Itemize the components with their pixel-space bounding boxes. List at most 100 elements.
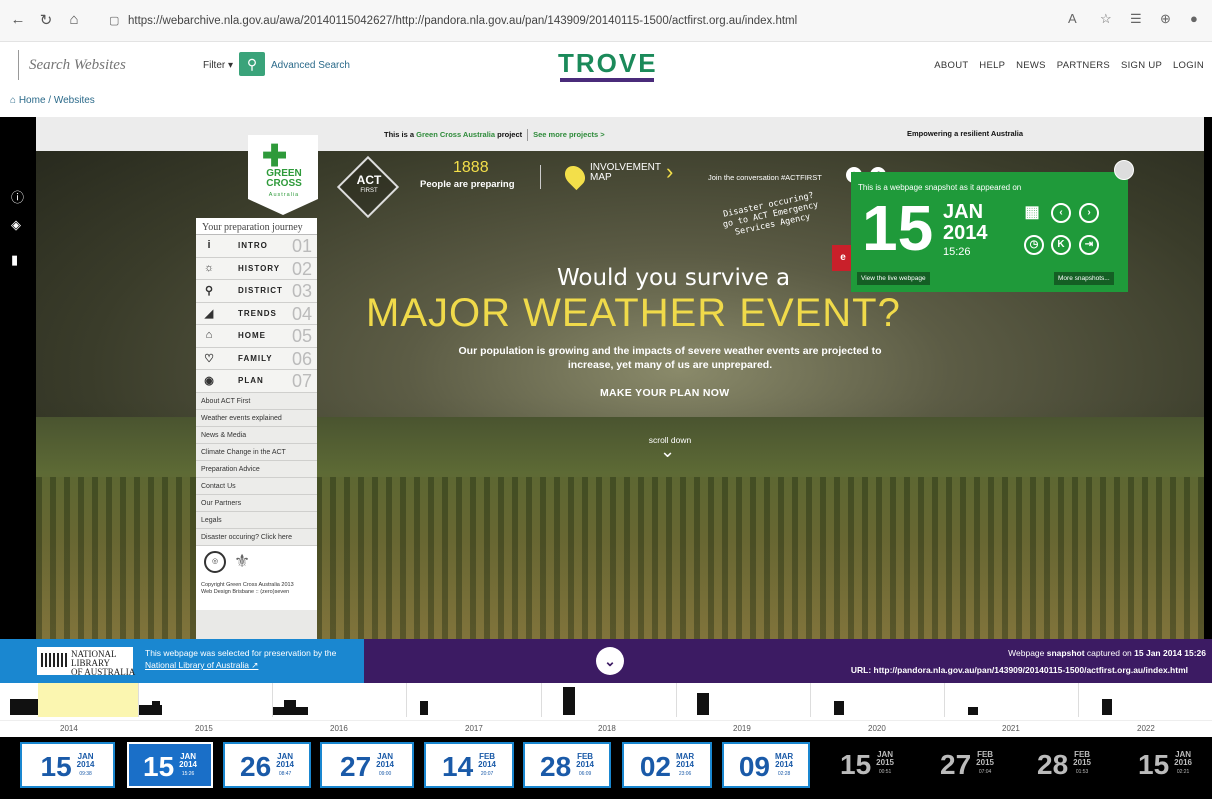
make-plan-button[interactable]: MAKE YOUR PLAN NOW: [600, 387, 729, 399]
nla-link[interactable]: National Library of Australia ↗: [145, 660, 258, 670]
bookmark-icon[interactable]: ▮: [11, 252, 18, 268]
year-label[interactable]: 2016: [330, 724, 348, 733]
search-input[interactable]: [18, 50, 193, 80]
first-snapshot-icon[interactable]: K: [1051, 235, 1071, 255]
year-label[interactable]: 2019: [733, 724, 751, 733]
timeline-bar[interactable]: [1102, 699, 1112, 715]
snapshot-chip[interactable]: 15 JAN 2015 00:51: [826, 742, 908, 788]
gca-link[interactable]: Green Cross Australia: [416, 130, 495, 139]
link-about[interactable]: About ACT First: [196, 392, 317, 410]
last-snapshot-icon[interactable]: ⇥: [1079, 235, 1099, 255]
timeline-bar[interactable]: [152, 701, 160, 715]
snapshot-chip[interactable]: 15 JAN 2016 02:21: [1124, 742, 1206, 788]
address-bar[interactable]: ▢ https://webarchive.nla.gov.au/awa/2014…: [106, 8, 1156, 34]
menu-item-intro[interactable]: i INTRO 01: [196, 235, 317, 258]
snapshot-chip[interactable]: 27 JAN 2014 09:00: [320, 742, 414, 788]
year-label[interactable]: 2017: [465, 724, 483, 733]
page-info-icon[interactable]: ▢: [109, 8, 119, 34]
nav-login[interactable]: LOGIN: [1173, 60, 1204, 71]
timeline-histogram[interactable]: [0, 683, 1212, 721]
menu-item-trends[interactable]: ◢ TRENDS 04: [196, 302, 317, 325]
info-icon[interactable]: ⓘ: [11, 187, 24, 206]
timeline-bar[interactable]: [420, 701, 428, 715]
chevron-down-icon[interactable]: ⌄: [596, 647, 624, 675]
timeline-bar[interactable]: [284, 700, 296, 715]
collections-icon[interactable]: ⊕: [1160, 11, 1171, 27]
home-icon[interactable]: ⌂: [10, 95, 19, 106]
snapshot-chip[interactable]: 28 FEB 2014 06:09: [523, 742, 611, 788]
filter-dropdown[interactable]: Filter ▾: [203, 60, 233, 71]
chip-time: 09:00: [378, 771, 392, 777]
nav-about[interactable]: ABOUT: [934, 60, 968, 71]
captured-info: Webpage snapshot captured on 15 Jan 2014…: [1008, 648, 1206, 658]
snapshot-chip[interactable]: 26 JAN 2014 08:47: [223, 742, 311, 788]
advanced-search-link[interactable]: Advanced Search: [271, 60, 350, 71]
timeline-bar[interactable]: [834, 701, 844, 715]
link-partners[interactable]: Our Partners: [196, 494, 317, 512]
clock-icon[interactable]: ◷: [1024, 235, 1044, 255]
link-legals[interactable]: Legals: [196, 511, 317, 529]
menu-item-family[interactable]: ♡ FAMILY 06: [196, 347, 317, 370]
back-icon[interactable]: ←: [8, 11, 28, 28]
nav-partners[interactable]: PARTNERS: [1057, 60, 1110, 71]
layers-icon[interactable]: ◈: [11, 217, 21, 233]
divider: [527, 129, 529, 141]
menu-item-history[interactable]: ☼ HISTORY 02: [196, 257, 317, 280]
previous-snapshot-icon[interactable]: ‹: [1051, 203, 1071, 223]
link-news-media[interactable]: News & Media: [196, 426, 317, 444]
link-disaster[interactable]: Disaster occuring? Click here: [196, 528, 317, 546]
menu-item-home[interactable]: ⌂ HOME 05: [196, 325, 317, 348]
timeline-bar[interactable]: [563, 687, 575, 715]
year-label[interactable]: 2014: [60, 724, 78, 733]
view-live-button[interactable]: View the live webpage: [857, 272, 930, 285]
nla-logo[interactable]: NATIONAL LIBRARY OF AUSTRALIA: [37, 647, 135, 677]
year-label[interactable]: 2021: [1002, 724, 1020, 733]
snapshot-chip[interactable]: 15 JAN 2014 09:38: [20, 742, 115, 788]
chip-month-year: JAN 2014 08:47: [276, 753, 294, 778]
snapshot-chip[interactable]: 09 MAR 2014 02:28: [722, 742, 810, 788]
menu-label: TRENDS: [238, 308, 277, 318]
trove-logo[interactable]: TROVE: [558, 48, 658, 79]
close-icon[interactable]: [1114, 160, 1134, 180]
divider: [810, 683, 811, 717]
nav-signup[interactable]: SIGN UP: [1121, 60, 1162, 71]
breadcrumb-text[interactable]: Home / Websites: [19, 95, 95, 106]
chevron-down-icon[interactable]: ⌄: [660, 441, 675, 462]
chip-month-year: FEB 2015 07:04: [976, 751, 994, 776]
snapshot-chip[interactable]: 02 MAR 2014 23:06: [622, 742, 712, 788]
year-label[interactable]: 2020: [868, 724, 886, 733]
link-preparation[interactable]: Preparation Advice: [196, 460, 317, 478]
snapshot-chip[interactable]: 28 FEB 2015 01:53: [1023, 742, 1105, 788]
timeline-bar[interactable]: [968, 707, 978, 715]
snapshot-chip[interactable]: 27 FEB 2015 07:04: [926, 742, 1008, 788]
nav-news[interactable]: NEWS: [1016, 60, 1046, 71]
calendar-icon[interactable]: ▦: [1022, 203, 1042, 223]
link-contact[interactable]: Contact Us: [196, 477, 317, 495]
favorites-icon[interactable]: ☰: [1130, 11, 1142, 27]
year-label[interactable]: 2018: [598, 724, 616, 733]
heart-icon: ♡: [204, 352, 214, 365]
link-climate-change[interactable]: Climate Change in the ACT: [196, 443, 317, 461]
reload-icon[interactable]: ↻: [36, 11, 56, 29]
next-snapshot-icon[interactable]: ›: [1079, 203, 1099, 223]
snapshot-chip[interactable]: 15 JAN 2014 15:26: [127, 742, 213, 788]
menu-item-plan[interactable]: ◉ PLAN 07: [196, 370, 317, 393]
menu-item-district[interactable]: ⚲ DISTRICT 03: [196, 280, 317, 303]
favorite-icon[interactable]: ☆: [1100, 11, 1112, 27]
chip-day: 15: [1138, 749, 1170, 780]
more-projects-link[interactable]: See more projects >: [533, 130, 605, 139]
year-label[interactable]: 2015: [195, 724, 213, 733]
timeline-bar[interactable]: [10, 699, 38, 715]
snapshot-chip[interactable]: 14 FEB 2014 20:07: [424, 742, 514, 788]
nav-help[interactable]: HELP: [979, 60, 1005, 71]
link-weather-events[interactable]: Weather events explained: [196, 409, 317, 427]
home-icon[interactable]: ⌂: [64, 11, 84, 28]
read-aloud-icon[interactable]: A: [1068, 11, 1077, 26]
year-label[interactable]: 2022: [1137, 724, 1155, 733]
more-snapshots-button[interactable]: More snapshots...: [1054, 272, 1114, 285]
chip-year: 2014: [276, 760, 294, 769]
involvement-map-link[interactable]: INVOLVEMENT MAP: [590, 163, 661, 183]
search-button[interactable]: ⚲: [239, 52, 265, 76]
profile-icon[interactable]: ●: [1190, 11, 1198, 26]
timeline-bar[interactable]: [697, 693, 709, 715]
